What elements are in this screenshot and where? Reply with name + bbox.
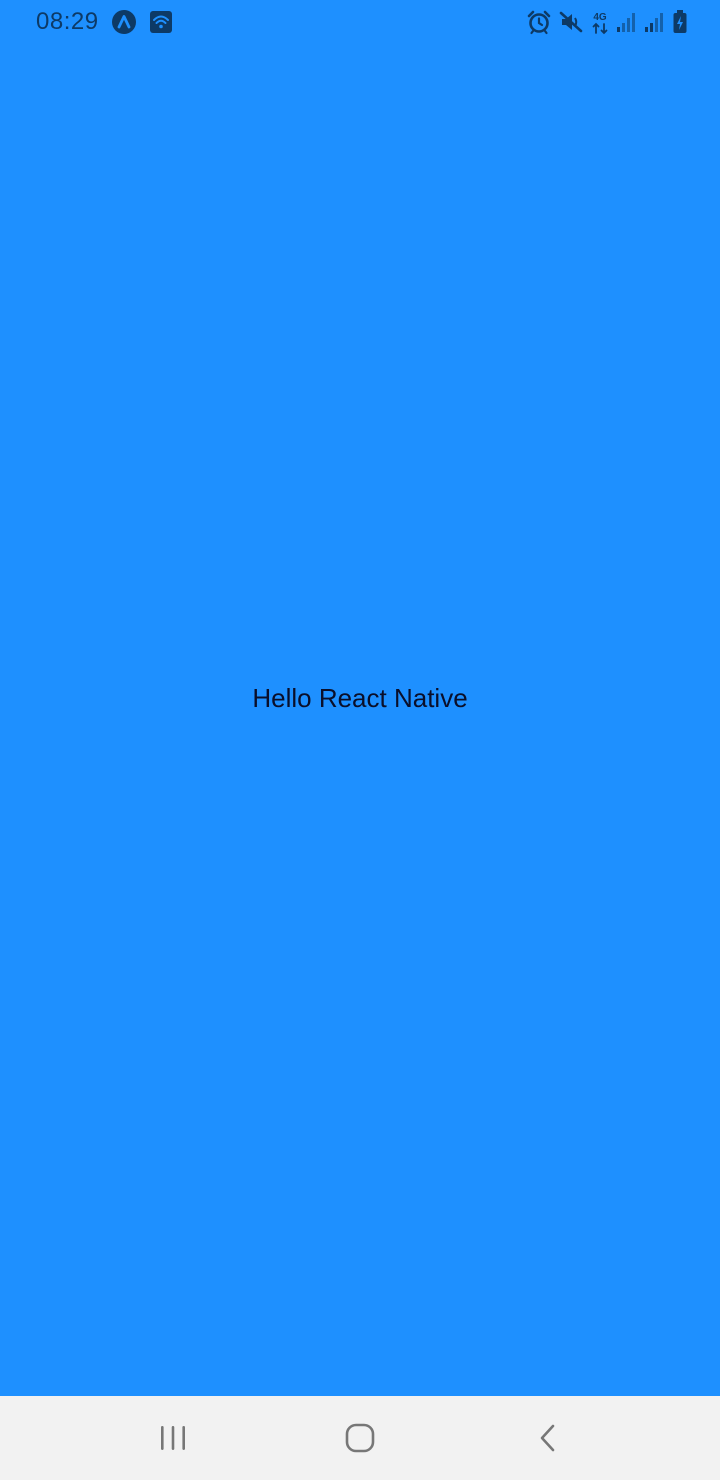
signal-icon — [644, 10, 666, 34]
home-icon — [345, 1423, 375, 1453]
mute-icon — [558, 9, 584, 35]
status-bar-left: 08:29 — [36, 7, 173, 37]
recents-button[interactable] — [133, 1416, 213, 1460]
network-4g-icon: 4G — [590, 9, 610, 35]
back-icon — [538, 1423, 558, 1453]
status-bar-right: 4G — [526, 8, 688, 36]
navigation-bar — [0, 1396, 720, 1480]
app-notification-icon — [111, 9, 137, 35]
recents-icon — [159, 1424, 187, 1452]
greeting-text: Hello React Native — [252, 683, 468, 713]
main-content: Hello React Native — [0, 44, 720, 1396]
back-button[interactable] — [508, 1416, 588, 1460]
app-screen: 08:29 4G Hello React Native — [0, 0, 720, 1480]
home-button[interactable] — [320, 1416, 400, 1460]
status-bar: 08:29 4G — [0, 0, 720, 44]
wifi-hotspot-icon — [149, 10, 173, 34]
battery-charging-icon — [672, 9, 688, 35]
signal-icon — [616, 10, 638, 34]
network-4g-label: 4G — [593, 12, 607, 23]
status-time: 08:29 — [36, 8, 99, 35]
alarm-icon — [526, 9, 552, 35]
